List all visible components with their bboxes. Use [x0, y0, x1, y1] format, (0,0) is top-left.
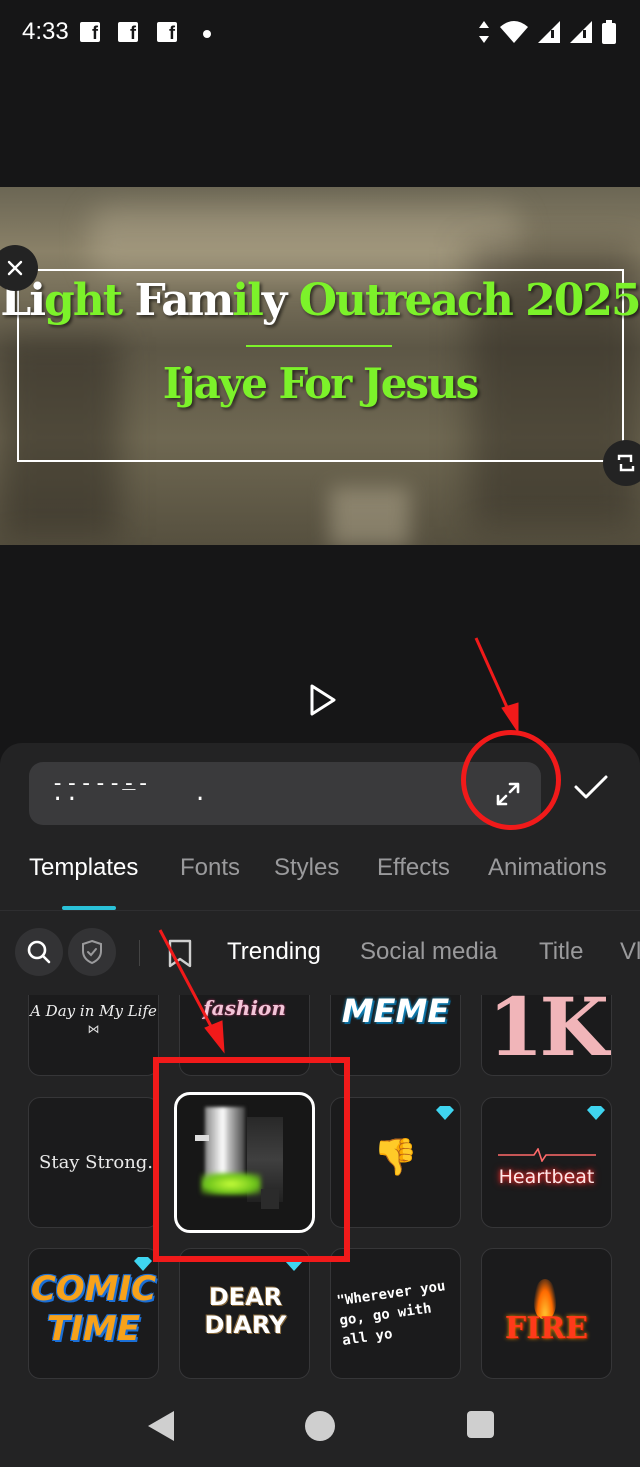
battery-icon: [602, 20, 616, 44]
play-icon: [310, 684, 336, 716]
template-1k[interactable]: 1K: [481, 995, 612, 1076]
pointing-hand-icon: 👎: [373, 1136, 418, 1177]
annotation-circle: [461, 730, 561, 830]
tab-bar: Templates Fonts Styles Effects Animation…: [0, 850, 640, 910]
bookmark-icon: [168, 939, 192, 968]
home-icon[interactable]: [305, 1411, 335, 1441]
back-icon[interactable]: [146, 1409, 176, 1443]
template-heartbeat[interactable]: Heartbeat: [481, 1097, 612, 1228]
signal-icon: [538, 21, 560, 43]
tab-effects[interactable]: Effects: [377, 854, 450, 882]
system-status-icons: [478, 18, 616, 46]
filter-separator: [139, 940, 140, 966]
recent-apps-icon[interactable]: [467, 1411, 494, 1438]
template-dear-diary[interactable]: DEAR DIARY: [179, 1248, 310, 1379]
video-preview[interactable]: Light Family Outreach 2025 Ijaye For Jes…: [0, 187, 640, 545]
overlay-title-line2: Ijaye For Jesus: [162, 359, 480, 408]
tab-fonts[interactable]: Fonts: [180, 854, 240, 882]
rotate-resize-icon: [617, 454, 635, 472]
title-divider: [246, 345, 392, 347]
category-social-media[interactable]: Social media: [360, 938, 497, 966]
tab-templates[interactable]: Templates: [29, 854, 138, 882]
text-input-value[interactable]: ------- ·· ‾ ·: [51, 773, 208, 811]
data-arrows-icon: [479, 21, 489, 43]
category-trending[interactable]: Trending: [227, 938, 321, 966]
system-navigation-bar: [0, 1393, 640, 1467]
play-button[interactable]: [302, 680, 342, 720]
check-icon: [574, 775, 608, 799]
category-filter-row: Trending Social media Title Vl: [0, 928, 640, 978]
template-stay-strong[interactable]: Stay Strong.: [28, 1097, 159, 1228]
annotation-rectangle: [153, 1057, 350, 1262]
template-comic-time[interactable]: COMIC TIME: [28, 1248, 159, 1379]
search-icon: [27, 940, 51, 964]
annotation-arrow-to-expand: [474, 637, 512, 715]
template-wherever-you-go[interactable]: "Wherever you go, go with all yo: [330, 1248, 461, 1379]
premium-diamond-icon: [436, 1106, 454, 1120]
confirm-button[interactable]: [568, 764, 614, 810]
tabs-divider: [0, 910, 640, 911]
shield-check-icon: [82, 939, 102, 965]
signal-icon: [570, 21, 592, 43]
notification-dot-icon: [203, 30, 211, 38]
pulse-line-icon: [498, 1148, 596, 1162]
shield-filter-button[interactable]: [68, 928, 116, 976]
category-vlog[interactable]: Vl: [620, 938, 640, 966]
close-icon: [7, 260, 23, 276]
tab-styles[interactable]: Styles: [274, 854, 339, 882]
search-button[interactable]: [15, 928, 63, 976]
facebook-icon: f: [80, 22, 100, 43]
overlay-title-line1: Light Family Outreach 2025: [0, 275, 640, 326]
category-title[interactable]: Title: [539, 938, 583, 966]
status-bar: 4:33 f f f: [0, 0, 640, 66]
bookmark-button[interactable]: [166, 938, 194, 968]
facebook-icon: f: [157, 22, 177, 43]
premium-diamond-icon: [587, 1106, 605, 1120]
template-a-day-in-my-life[interactable]: A Day in My Life ⋈: [28, 995, 159, 1076]
tab-animations[interactable]: Animations: [488, 854, 607, 882]
template-fire[interactable]: FIRE: [481, 1248, 612, 1379]
facebook-icon: f: [118, 22, 138, 43]
wifi-icon: [500, 21, 528, 43]
status-time: 4:33: [22, 18, 69, 45]
